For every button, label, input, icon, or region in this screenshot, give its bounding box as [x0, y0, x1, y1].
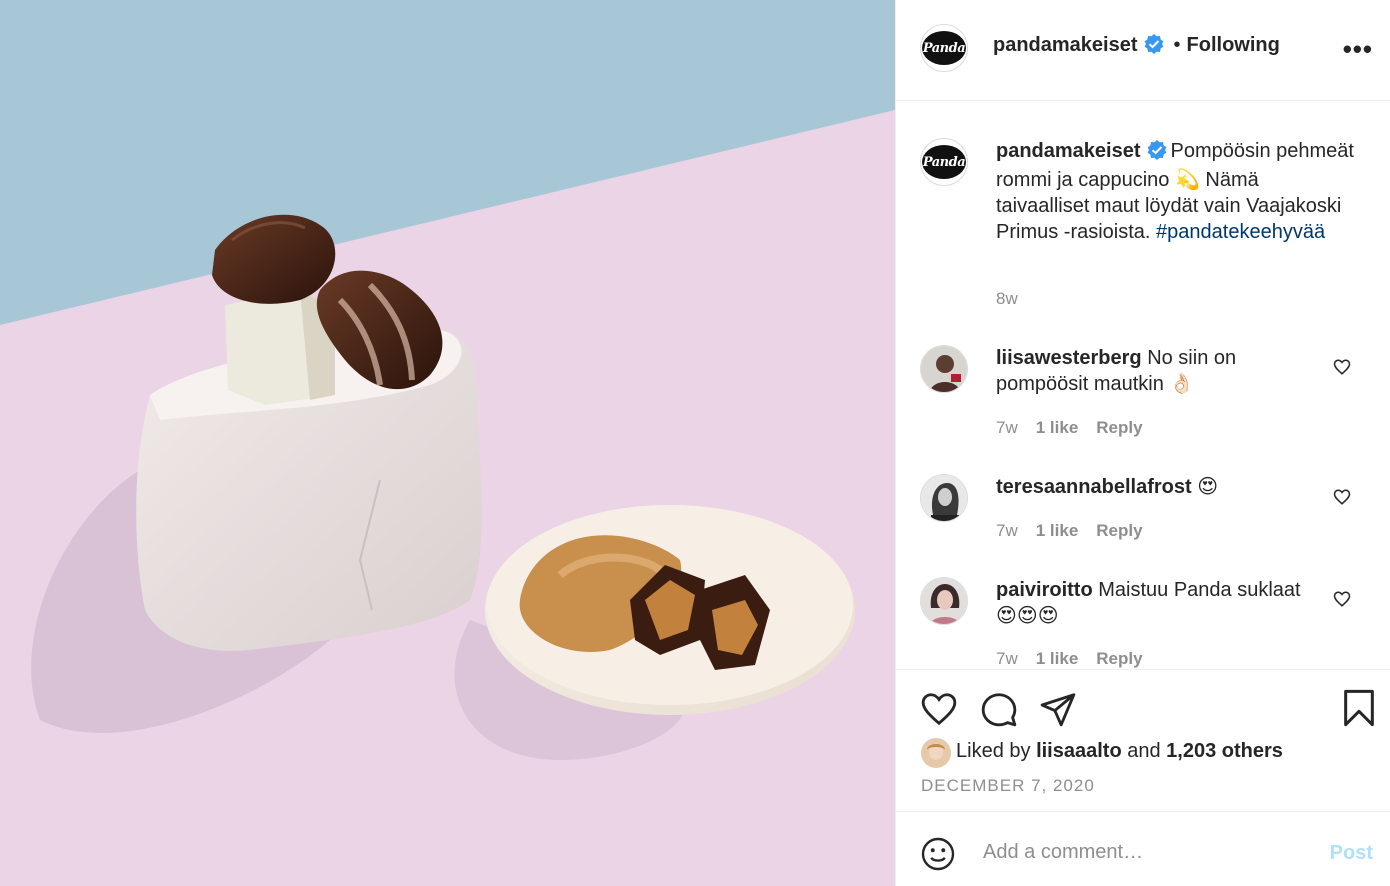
reply-button[interactable]: Reply: [1096, 649, 1142, 668]
like-comment-heart-icon[interactable]: [1333, 488, 1351, 506]
post-comment-button[interactable]: Post: [1330, 842, 1373, 865]
commenter-avatar[interactable]: [920, 474, 968, 522]
like-heart-icon[interactable]: [920, 690, 958, 728]
caption-hashtag-link[interactable]: #pandatekeehyvää: [1156, 221, 1325, 243]
save-bookmark-icon[interactable]: [1341, 688, 1377, 728]
caption-author-avatar[interactable]: Panda: [920, 138, 968, 186]
avatar-photo: [921, 578, 967, 624]
comment-likes-count[interactable]: 1 like: [1036, 521, 1079, 540]
comment-age: 7w: [996, 521, 1018, 540]
comment-age: 7w: [996, 418, 1018, 437]
comment-age: 7w: [996, 649, 1018, 668]
comment: paiviroitto Maistuu Panda suklaat 😍😍😍: [996, 577, 1316, 629]
caption-username[interactable]: pandamakeiset: [996, 140, 1141, 162]
author-username[interactable]: pandamakeiset: [993, 34, 1138, 56]
caption: pandamakeiset Pompöösin pehmeät rommi ja …: [996, 138, 1356, 245]
likes-summary: Liked by liisaaalto and 1,203 others: [956, 740, 1283, 763]
post-image[interactable]: [0, 0, 895, 886]
more-options-label: •••: [1342, 34, 1373, 64]
post-side-panel: Panda pandamakeiset • Following ••• Panda …: [895, 0, 1390, 886]
comment: teresaannabellafrost 😍: [996, 474, 1316, 500]
emoji-icon[interactable]: [920, 836, 956, 872]
comment-bubble-icon[interactable]: [980, 690, 1018, 728]
like-comment-heart-icon[interactable]: [1333, 590, 1351, 608]
post-date[interactable]: DECEMBER 7, 2020: [921, 776, 1095, 796]
liker-avatar[interactable]: [921, 738, 951, 768]
panda-logo: Panda: [922, 31, 966, 65]
share-send-icon[interactable]: [1039, 690, 1077, 728]
verified-badge-icon: [1144, 34, 1164, 59]
reply-button[interactable]: Reply: [1096, 418, 1142, 437]
caption-age: 8w: [996, 289, 1018, 308]
like-comment-heart-icon[interactable]: [1333, 358, 1351, 376]
avatar-photo: [921, 346, 967, 392]
comment-body: 😍: [1197, 476, 1219, 498]
comment-username[interactable]: paiviroitto: [996, 579, 1093, 601]
commenter-avatar[interactable]: [920, 577, 968, 625]
comment-meta: 7w 1 like Reply: [996, 418, 1143, 438]
likes-others-link[interactable]: 1,203 others: [1166, 740, 1283, 762]
author-avatar[interactable]: Panda: [920, 24, 968, 72]
comment-meta: 7w 1 like Reply: [996, 521, 1143, 541]
separator-dot: •: [1173, 34, 1181, 56]
panda-logo: Panda: [922, 145, 966, 179]
post-photo-illustration: [0, 0, 895, 886]
more-options-icon[interactable]: •••: [1343, 34, 1373, 65]
comment-username[interactable]: teresaannabellafrost: [996, 476, 1192, 498]
likes-prefix: Liked by: [956, 740, 1031, 762]
commenter-avatar[interactable]: [920, 345, 968, 393]
add-comment-bar: Post: [896, 811, 1390, 886]
likes-middle: and: [1127, 740, 1161, 762]
reply-button[interactable]: Reply: [1096, 521, 1142, 540]
avatar-photo: [921, 475, 967, 521]
comment-likes-count[interactable]: 1 like: [1036, 418, 1079, 437]
verified-badge-icon: [1147, 140, 1167, 167]
comment-username[interactable]: liisawesterberg: [996, 347, 1142, 369]
post-header: Panda pandamakeiset • Following •••: [896, 0, 1390, 101]
following-button[interactable]: Following: [1187, 34, 1280, 56]
avatar-photo: [921, 738, 951, 768]
comment-meta: 7w 1 like Reply: [996, 649, 1143, 669]
comment-likes-count[interactable]: 1 like: [1036, 649, 1079, 668]
liker-username[interactable]: liisaaalto: [1036, 740, 1122, 762]
comments-list[interactable]: Panda pandamakeiset Pompöösin pehmeät rom…: [896, 101, 1390, 669]
comment: liisawesterberg No siin on pompöösit mau…: [996, 345, 1316, 397]
add-comment-input[interactable]: [981, 840, 1305, 865]
